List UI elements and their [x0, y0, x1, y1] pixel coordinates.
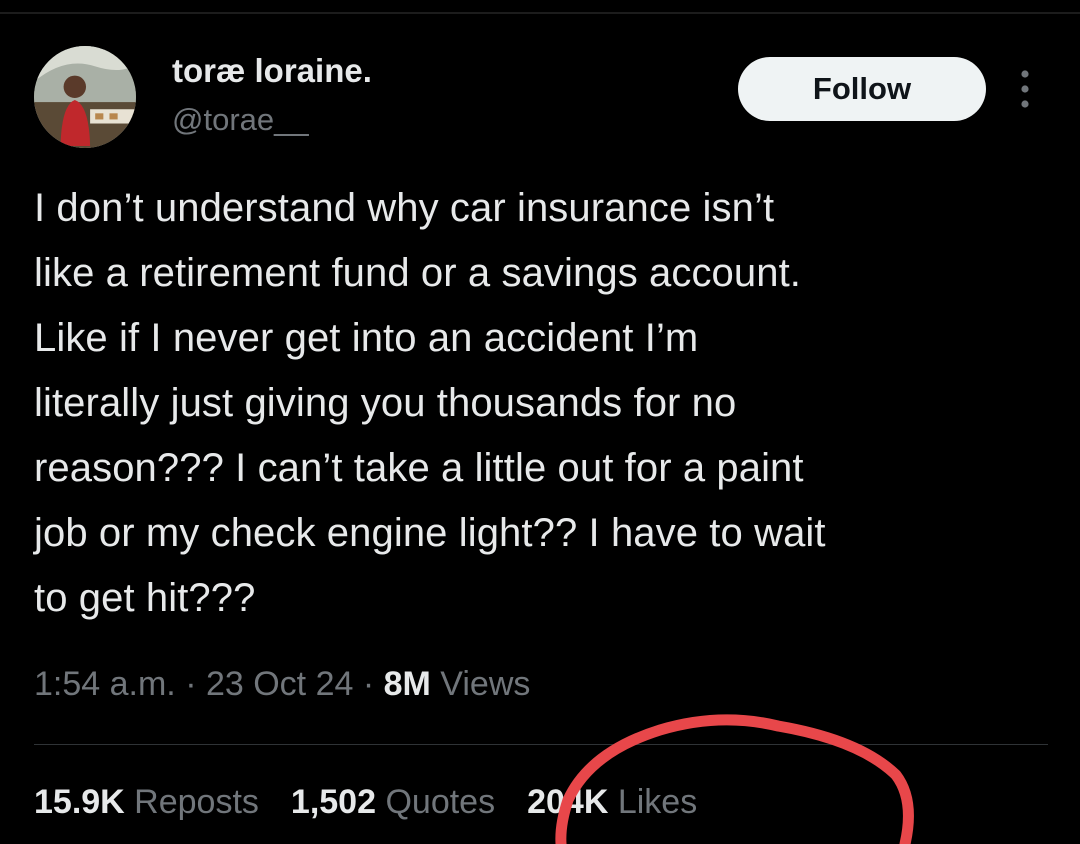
avatar-image — [34, 46, 136, 148]
stats-divider — [34, 744, 1048, 745]
meta-separator: · — [353, 665, 384, 703]
tweet-text: I don’t understand why car insurance isn… — [34, 186, 826, 620]
quotes-label: Quotes — [376, 783, 496, 821]
tweet-date[interactable]: 23 Oct 24 — [206, 665, 353, 703]
engagement-stats: 15.9K Reposts 1,502 Quotes 204K Likes — [34, 783, 729, 822]
quotes-stat[interactable]: 1,502 Quotes — [291, 783, 495, 821]
reposts-label: Reposts — [124, 783, 259, 821]
avatar[interactable] — [34, 46, 136, 148]
author-display-name[interactable]: toræ loraine. — [172, 52, 372, 90]
tweet-screenshot: toræ loraine. @torae__ Follow I don’t un… — [0, 0, 1080, 844]
likes-label: Likes — [608, 783, 698, 821]
reposts-stat[interactable]: 15.9K Reposts — [34, 783, 259, 821]
reposts-count: 15.9K — [34, 783, 125, 821]
views-label: Views — [430, 665, 531, 703]
more-vertical-icon[interactable] — [1010, 64, 1040, 114]
top-divider — [0, 12, 1080, 14]
tweet-time[interactable]: 1:54 a.m. — [34, 665, 176, 703]
tweet-meta: 1:54 a.m. · 23 Oct 24 · 8M Views — [34, 665, 530, 704]
author-handle[interactable]: @torae__ — [172, 102, 309, 138]
quotes-count: 1,502 — [290, 783, 377, 821]
likes-count: 204K — [527, 783, 609, 821]
follow-button[interactable]: Follow — [738, 57, 986, 121]
likes-stat[interactable]: 204K Likes — [527, 783, 697, 821]
views-count: 8M — [383, 665, 431, 703]
meta-separator: · — [175, 665, 206, 703]
